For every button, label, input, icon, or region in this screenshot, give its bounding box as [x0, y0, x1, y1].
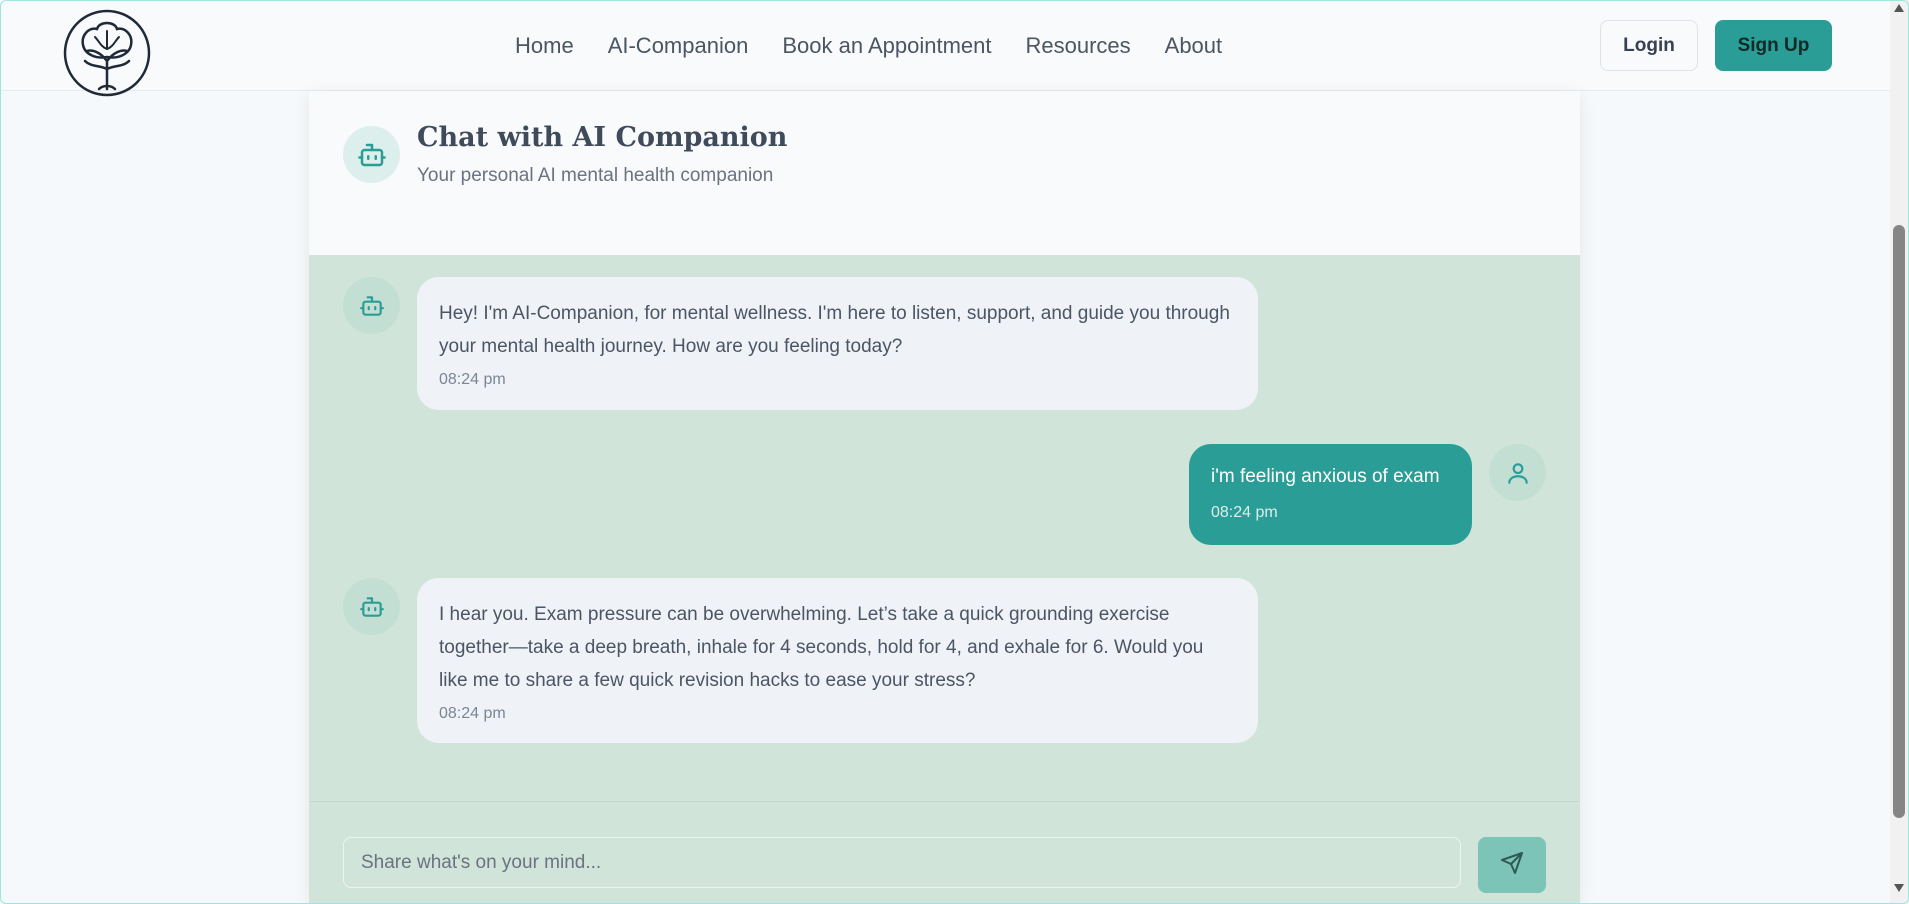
chat-title: Chat with AI Companion: [417, 122, 788, 153]
login-button[interactable]: Login: [1600, 20, 1698, 71]
bot-icon: [343, 277, 400, 334]
message-list: Hey! I'm AI-Companion, for mental wellne…: [309, 255, 1580, 801]
nav-resources[interactable]: Resources: [1025, 30, 1130, 62]
nav-home[interactable]: Home: [515, 30, 574, 62]
message-time: 08:24 pm: [439, 371, 506, 388]
message-text: Hey! I'm AI-Companion, for mental wellne…: [439, 303, 1230, 357]
message-time: 08:24 pm: [439, 705, 506, 722]
top-navbar: Home AI-Companion Book an Appointment Re…: [0, 0, 1890, 97]
main-nav: Home AI-Companion Book an Appointment Re…: [515, 30, 1256, 62]
nav-about[interactable]: About: [1165, 30, 1223, 62]
chat-card: Chat with AI Companion Your personal AI …: [309, 91, 1580, 904]
message-time: 08:24 pm: [1211, 504, 1278, 521]
message-text: i'm feeling anxious of exam: [1211, 466, 1440, 487]
user-icon: [1489, 444, 1546, 501]
chat-header: Chat with AI Companion Your personal AI …: [309, 91, 1580, 255]
composer: [309, 801, 1580, 904]
page-scrollbar[interactable]: [1890, 0, 1909, 904]
scroll-thumb[interactable]: [1893, 225, 1905, 818]
scroll-up-icon[interactable]: [1894, 4, 1904, 12]
ai-message-bubble: I hear you. Exam pressure can be overwhe…: [417, 578, 1258, 743]
chat-input[interactable]: [343, 837, 1461, 888]
message-text: I hear you. Exam pressure can be overwhe…: [439, 604, 1204, 691]
nav-ai-companion[interactable]: AI-Companion: [608, 30, 749, 62]
ai-message-bubble: Hey! I'm AI-Companion, for mental wellne…: [417, 277, 1258, 410]
bot-icon: [343, 578, 400, 635]
scroll-down-icon[interactable]: [1894, 884, 1904, 892]
user-message-bubble: i'm feeling anxious of exam 08:24 pm: [1189, 444, 1472, 545]
signup-button[interactable]: Sign Up: [1715, 20, 1832, 71]
nav-book-appointment[interactable]: Book an Appointment: [782, 30, 991, 62]
chat-subtitle: Your personal AI mental health companion: [417, 165, 774, 186]
send-icon: [1500, 851, 1524, 880]
send-button[interactable]: [1478, 837, 1546, 893]
brain-tree-logo[interactable]: [63, 9, 151, 97]
bot-icon: [343, 126, 400, 183]
